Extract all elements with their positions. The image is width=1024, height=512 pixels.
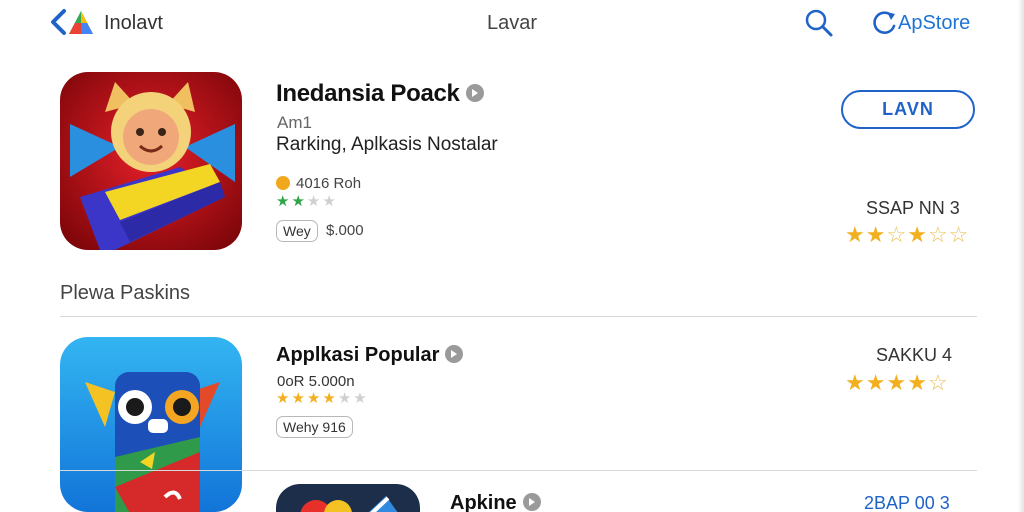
star-icon: ☆ bbox=[927, 222, 949, 247]
store-link[interactable]: ApStore bbox=[898, 12, 970, 35]
star-icon: ★ bbox=[322, 193, 338, 210]
list-item-title-text: Applkasi Popular bbox=[276, 344, 440, 366]
star-icon: ★ bbox=[886, 370, 908, 395]
featured-app-title[interactable]: Inedansia Poack bbox=[276, 80, 484, 108]
featured-rating-stars: ★★☆★☆☆ bbox=[845, 222, 969, 248]
featured-app-title-text: Inedansia Poack bbox=[276, 80, 460, 107]
featured-price: $.000 bbox=[326, 222, 364, 239]
info-icon[interactable] bbox=[445, 344, 464, 363]
featured-app-meta: 4016 Roh bbox=[276, 175, 361, 192]
featured-meta-text: 4016 Roh bbox=[296, 175, 362, 192]
star-icon: ★ bbox=[322, 390, 338, 407]
info-icon[interactable] bbox=[465, 83, 484, 102]
list-item-title[interactable]: Applkasi Popular bbox=[276, 344, 464, 367]
featured-app-subtitle: Am1 bbox=[277, 113, 312, 132]
star-icon: ☆ bbox=[886, 222, 908, 247]
app-icon[interactable] bbox=[60, 337, 242, 512]
star-icon: ★ bbox=[276, 193, 292, 210]
list-item-chip[interactable]: Wehy 916 bbox=[276, 416, 353, 438]
list-item-rank: SAKKU 4 bbox=[876, 345, 953, 365]
star-icon: ★ bbox=[353, 390, 369, 407]
star-icon: ★ bbox=[865, 370, 887, 395]
featured-rank: SSAP NN 3 bbox=[866, 198, 960, 218]
star-icon: ★ bbox=[306, 390, 323, 407]
list-item-title[interactable]: Apkine bbox=[450, 492, 541, 512]
app-icon[interactable] bbox=[276, 484, 420, 512]
star-icon: ★ bbox=[291, 193, 307, 210]
star-icon: ★ bbox=[306, 193, 323, 210]
featured-small-rating: ★★★★ bbox=[276, 192, 338, 210]
info-icon[interactable] bbox=[522, 492, 541, 511]
section-title: Plewa Paskins bbox=[60, 282, 191, 304]
star-icon: ★ bbox=[907, 370, 928, 395]
brand-logo-icon bbox=[69, 11, 93, 34]
list-item-title-text: Apkine bbox=[450, 492, 517, 512]
list-item-meta: 0oR 5.000n bbox=[277, 373, 355, 390]
star-icon: ★ bbox=[845, 370, 866, 395]
star-icon: ★ bbox=[337, 390, 354, 407]
star-icon: ★ bbox=[865, 222, 887, 247]
star-icon: ★ bbox=[845, 222, 866, 247]
star-icon: ★ bbox=[291, 390, 307, 407]
list-item-rating-stars: ★★★★☆ bbox=[845, 370, 949, 396]
featured-app-icon[interactable] bbox=[60, 72, 242, 250]
star-icon: ★ bbox=[907, 222, 928, 247]
star-icon: ☆ bbox=[927, 370, 949, 395]
scroll-edge bbox=[1018, 0, 1024, 512]
star-icon: ★ bbox=[276, 390, 292, 407]
refresh-icon[interactable] bbox=[870, 9, 898, 37]
list-item-rank: 2BAP 00 3 bbox=[864, 493, 950, 512]
coin-icon bbox=[276, 176, 290, 191]
list-item-small-rating: ★★★★★★ bbox=[276, 389, 369, 407]
divider bbox=[60, 316, 977, 317]
brand-name: Inolavt bbox=[104, 12, 163, 34]
top-bar: Inolavt Lavar ApStore bbox=[0, 0, 1024, 46]
featured-chip[interactable]: Wey bbox=[276, 220, 318, 242]
search-icon[interactable] bbox=[804, 8, 834, 38]
page-title: Lavar bbox=[487, 12, 538, 34]
get-button[interactable]: LAVN bbox=[841, 90, 975, 129]
featured-app-description: Rarking, Aplkasis Nostalar bbox=[276, 134, 498, 155]
divider bbox=[60, 470, 977, 471]
star-icon: ☆ bbox=[948, 222, 970, 247]
